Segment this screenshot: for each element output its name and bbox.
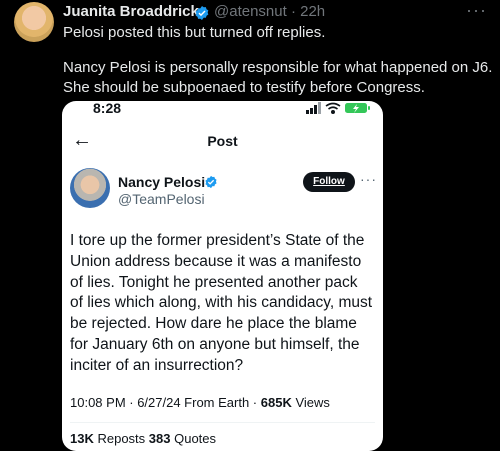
embedded-screenshot[interactable]: 8:28 ← Post Nancy Pelosi @TeamPelosi Fol… [62,101,383,451]
status-time: 8:28 [93,101,122,116]
views-label: Views [291,395,330,410]
tweet-text-line: Pelosi posted this but turned off replie… [63,24,326,41]
post-text-line: I tore up the former president’s State o… [70,232,365,249]
quotes-label[interactable]: Quotes [170,431,216,446]
post-text-line: for January 6th on anyone but himself, t… [70,335,360,353]
follow-button[interactable]: Follow [303,172,355,192]
post-text-line: of lies which along, with his candidacy,… [70,294,373,312]
divider [70,422,375,423]
battery-icon [345,103,370,113]
embedded-avatar[interactable] [70,168,110,208]
post-stats: 13K Reposts 383 Quotes [70,431,216,446]
post-timestamp: 10:08 PM · 6/27/24 From Earth · [70,395,261,410]
tweet-text-line: Nancy Pelosi is personally responsible f… [63,59,493,76]
embedded-post-text: I tore up the former president’s State o… [70,231,375,377]
embedded-more-icon[interactable]: ··· [360,171,377,187]
post-text-line: inciter of an insurrection? [70,356,244,374]
page-title: Post [207,133,238,149]
embedded-author-handle[interactable]: @TeamPelosi [118,191,205,207]
verified-badge-icon [205,175,217,189]
reposts-label[interactable]: Reposts [94,431,149,446]
post-text-line: of lies. Tonight he presented another pa… [70,273,358,291]
reposts-count: 13K [70,431,94,446]
tweet-text-line: She should be subpoenaed to testify befo… [63,79,425,96]
signal-icon [306,102,321,114]
avatar[interactable] [14,2,54,42]
quotes-count: 383 [148,431,171,446]
post-meta: 10:08 PM · 6/27/24 From Earth · 685K Vie… [70,395,330,410]
post-text-line: Union address because it was a manifesto [70,252,362,270]
status-bar-icons [306,102,370,114]
author-handle-timestamp[interactable]: @atensnut · 22h [214,3,325,20]
views-count: 685K [260,395,292,410]
author-name[interactable]: Juanita Broaddrick [63,3,199,20]
post-text-line: be rejected. How dare he place the blame [70,315,357,333]
more-options-icon[interactable]: ··· [466,0,487,21]
verified-badge-icon [195,6,209,20]
wifi-icon [325,102,341,114]
embedded-author-name[interactable]: Nancy Pelosi [118,174,205,190]
